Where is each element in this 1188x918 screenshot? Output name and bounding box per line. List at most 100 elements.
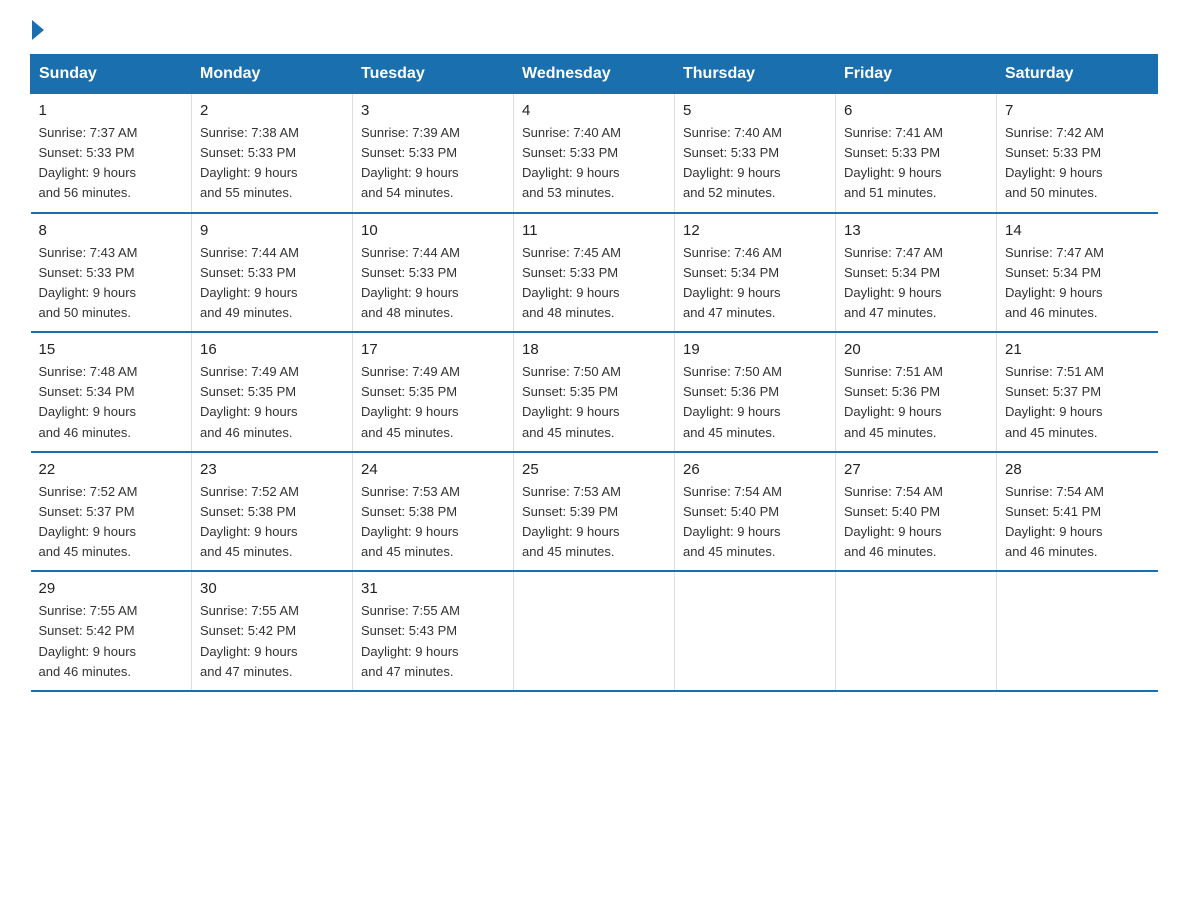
day-info: Sunrise: 7:54 AMSunset: 5:40 PMDaylight:… bbox=[683, 482, 827, 563]
day-number: 4 bbox=[522, 102, 666, 119]
day-cell: 13 Sunrise: 7:47 AMSunset: 5:34 PMDaylig… bbox=[836, 213, 997, 333]
day-number: 18 bbox=[522, 341, 666, 358]
day-info: Sunrise: 7:49 AMSunset: 5:35 PMDaylight:… bbox=[200, 362, 344, 443]
day-cell: 28 Sunrise: 7:54 AMSunset: 5:41 PMDaylig… bbox=[997, 452, 1158, 572]
logo bbox=[30, 20, 46, 36]
day-number: 26 bbox=[683, 461, 827, 478]
day-cell: 1 Sunrise: 7:37 AMSunset: 5:33 PMDayligh… bbox=[31, 94, 192, 213]
day-cell: 29 Sunrise: 7:55 AMSunset: 5:42 PMDaylig… bbox=[31, 571, 192, 691]
day-cell: 4 Sunrise: 7:40 AMSunset: 5:33 PMDayligh… bbox=[514, 94, 675, 213]
day-info: Sunrise: 7:44 AMSunset: 5:33 PMDaylight:… bbox=[200, 243, 344, 324]
day-cell: 7 Sunrise: 7:42 AMSunset: 5:33 PMDayligh… bbox=[997, 94, 1158, 213]
day-number: 30 bbox=[200, 580, 344, 597]
day-cell: 27 Sunrise: 7:54 AMSunset: 5:40 PMDaylig… bbox=[836, 452, 997, 572]
day-number: 1 bbox=[39, 102, 184, 119]
day-info: Sunrise: 7:55 AMSunset: 5:43 PMDaylight:… bbox=[361, 601, 505, 682]
day-cell: 10 Sunrise: 7:44 AMSunset: 5:33 PMDaylig… bbox=[353, 213, 514, 333]
day-cell: 23 Sunrise: 7:52 AMSunset: 5:38 PMDaylig… bbox=[192, 452, 353, 572]
day-number: 27 bbox=[844, 461, 988, 478]
day-number: 11 bbox=[522, 222, 666, 239]
day-number: 6 bbox=[844, 102, 988, 119]
week-row-5: 29 Sunrise: 7:55 AMSunset: 5:42 PMDaylig… bbox=[31, 571, 1158, 691]
day-number: 3 bbox=[361, 102, 505, 119]
day-number: 5 bbox=[683, 102, 827, 119]
day-cell: 16 Sunrise: 7:49 AMSunset: 5:35 PMDaylig… bbox=[192, 332, 353, 452]
day-number: 15 bbox=[39, 341, 184, 358]
day-cell: 14 Sunrise: 7:47 AMSunset: 5:34 PMDaylig… bbox=[997, 213, 1158, 333]
day-cell bbox=[997, 571, 1158, 691]
day-cell: 22 Sunrise: 7:52 AMSunset: 5:37 PMDaylig… bbox=[31, 452, 192, 572]
day-number: 9 bbox=[200, 222, 344, 239]
day-cell: 8 Sunrise: 7:43 AMSunset: 5:33 PMDayligh… bbox=[31, 213, 192, 333]
calendar-header-row: SundayMondayTuesdayWednesdayThursdayFrid… bbox=[31, 55, 1158, 94]
day-number: 12 bbox=[683, 222, 827, 239]
day-number: 17 bbox=[361, 341, 505, 358]
day-info: Sunrise: 7:39 AMSunset: 5:33 PMDaylight:… bbox=[361, 123, 505, 204]
day-number: 28 bbox=[1005, 461, 1150, 478]
day-number: 13 bbox=[844, 222, 988, 239]
day-info: Sunrise: 7:53 AMSunset: 5:38 PMDaylight:… bbox=[361, 482, 505, 563]
day-info: Sunrise: 7:40 AMSunset: 5:33 PMDaylight:… bbox=[522, 123, 666, 204]
week-row-2: 8 Sunrise: 7:43 AMSunset: 5:33 PMDayligh… bbox=[31, 213, 1158, 333]
day-cell: 17 Sunrise: 7:49 AMSunset: 5:35 PMDaylig… bbox=[353, 332, 514, 452]
day-info: Sunrise: 7:43 AMSunset: 5:33 PMDaylight:… bbox=[39, 243, 184, 324]
day-cell bbox=[514, 571, 675, 691]
week-row-1: 1 Sunrise: 7:37 AMSunset: 5:33 PMDayligh… bbox=[31, 94, 1158, 213]
day-info: Sunrise: 7:46 AMSunset: 5:34 PMDaylight:… bbox=[683, 243, 827, 324]
day-info: Sunrise: 7:51 AMSunset: 5:36 PMDaylight:… bbox=[844, 362, 988, 443]
day-cell: 2 Sunrise: 7:38 AMSunset: 5:33 PMDayligh… bbox=[192, 94, 353, 213]
day-cell: 9 Sunrise: 7:44 AMSunset: 5:33 PMDayligh… bbox=[192, 213, 353, 333]
day-info: Sunrise: 7:54 AMSunset: 5:40 PMDaylight:… bbox=[844, 482, 988, 563]
day-info: Sunrise: 7:40 AMSunset: 5:33 PMDaylight:… bbox=[683, 123, 827, 204]
page-header bbox=[30, 20, 1158, 36]
day-info: Sunrise: 7:45 AMSunset: 5:33 PMDaylight:… bbox=[522, 243, 666, 324]
day-info: Sunrise: 7:42 AMSunset: 5:33 PMDaylight:… bbox=[1005, 123, 1150, 204]
day-info: Sunrise: 7:51 AMSunset: 5:37 PMDaylight:… bbox=[1005, 362, 1150, 443]
day-cell: 15 Sunrise: 7:48 AMSunset: 5:34 PMDaylig… bbox=[31, 332, 192, 452]
day-cell bbox=[675, 571, 836, 691]
day-cell: 12 Sunrise: 7:46 AMSunset: 5:34 PMDaylig… bbox=[675, 213, 836, 333]
day-number: 29 bbox=[39, 580, 184, 597]
day-info: Sunrise: 7:53 AMSunset: 5:39 PMDaylight:… bbox=[522, 482, 666, 563]
day-cell: 24 Sunrise: 7:53 AMSunset: 5:38 PMDaylig… bbox=[353, 452, 514, 572]
day-info: Sunrise: 7:44 AMSunset: 5:33 PMDaylight:… bbox=[361, 243, 505, 324]
day-info: Sunrise: 7:52 AMSunset: 5:38 PMDaylight:… bbox=[200, 482, 344, 563]
day-cell bbox=[836, 571, 997, 691]
day-info: Sunrise: 7:55 AMSunset: 5:42 PMDaylight:… bbox=[39, 601, 184, 682]
day-cell: 20 Sunrise: 7:51 AMSunset: 5:36 PMDaylig… bbox=[836, 332, 997, 452]
logo-arrow-icon bbox=[32, 20, 44, 40]
column-header-friday: Friday bbox=[836, 55, 997, 94]
day-info: Sunrise: 7:49 AMSunset: 5:35 PMDaylight:… bbox=[361, 362, 505, 443]
day-number: 24 bbox=[361, 461, 505, 478]
column-header-wednesday: Wednesday bbox=[514, 55, 675, 94]
day-cell: 3 Sunrise: 7:39 AMSunset: 5:33 PMDayligh… bbox=[353, 94, 514, 213]
day-info: Sunrise: 7:38 AMSunset: 5:33 PMDaylight:… bbox=[200, 123, 344, 204]
day-number: 25 bbox=[522, 461, 666, 478]
week-row-4: 22 Sunrise: 7:52 AMSunset: 5:37 PMDaylig… bbox=[31, 452, 1158, 572]
day-info: Sunrise: 7:47 AMSunset: 5:34 PMDaylight:… bbox=[844, 243, 988, 324]
calendar-table: SundayMondayTuesdayWednesdayThursdayFrid… bbox=[30, 54, 1158, 692]
week-row-3: 15 Sunrise: 7:48 AMSunset: 5:34 PMDaylig… bbox=[31, 332, 1158, 452]
day-info: Sunrise: 7:54 AMSunset: 5:41 PMDaylight:… bbox=[1005, 482, 1150, 563]
day-cell: 31 Sunrise: 7:55 AMSunset: 5:43 PMDaylig… bbox=[353, 571, 514, 691]
day-number: 23 bbox=[200, 461, 344, 478]
day-info: Sunrise: 7:50 AMSunset: 5:36 PMDaylight:… bbox=[683, 362, 827, 443]
day-number: 16 bbox=[200, 341, 344, 358]
day-number: 2 bbox=[200, 102, 344, 119]
day-info: Sunrise: 7:41 AMSunset: 5:33 PMDaylight:… bbox=[844, 123, 988, 204]
day-number: 7 bbox=[1005, 102, 1150, 119]
day-cell: 19 Sunrise: 7:50 AMSunset: 5:36 PMDaylig… bbox=[675, 332, 836, 452]
day-info: Sunrise: 7:37 AMSunset: 5:33 PMDaylight:… bbox=[39, 123, 184, 204]
day-info: Sunrise: 7:52 AMSunset: 5:37 PMDaylight:… bbox=[39, 482, 184, 563]
day-number: 21 bbox=[1005, 341, 1150, 358]
day-cell: 21 Sunrise: 7:51 AMSunset: 5:37 PMDaylig… bbox=[997, 332, 1158, 452]
day-info: Sunrise: 7:50 AMSunset: 5:35 PMDaylight:… bbox=[522, 362, 666, 443]
day-cell: 5 Sunrise: 7:40 AMSunset: 5:33 PMDayligh… bbox=[675, 94, 836, 213]
column-header-tuesday: Tuesday bbox=[353, 55, 514, 94]
day-number: 8 bbox=[39, 222, 184, 239]
column-header-monday: Monday bbox=[192, 55, 353, 94]
day-number: 19 bbox=[683, 341, 827, 358]
day-cell: 30 Sunrise: 7:55 AMSunset: 5:42 PMDaylig… bbox=[192, 571, 353, 691]
day-info: Sunrise: 7:55 AMSunset: 5:42 PMDaylight:… bbox=[200, 601, 344, 682]
day-cell: 25 Sunrise: 7:53 AMSunset: 5:39 PMDaylig… bbox=[514, 452, 675, 572]
